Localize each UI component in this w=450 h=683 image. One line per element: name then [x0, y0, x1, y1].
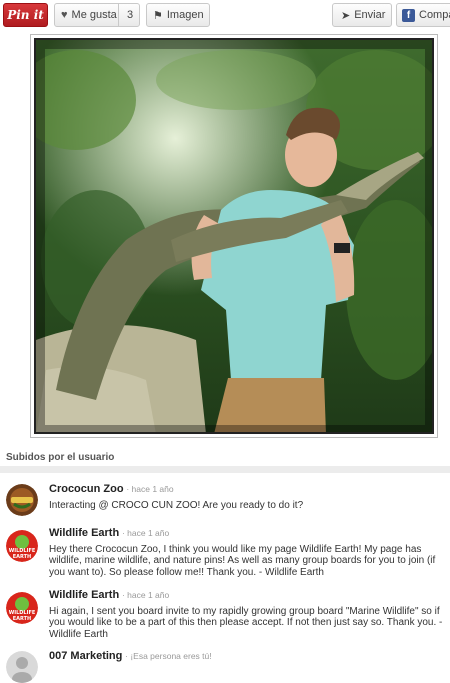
- image-pin-icon: ⚑: [153, 9, 163, 22]
- comment-timestamp: · ¡Esa persona eres tú!: [125, 651, 212, 661]
- comment-author[interactable]: Wildlife Earth: [49, 527, 119, 539]
- heart-icon: ♥: [61, 9, 68, 21]
- like-button[interactable]: ♥ Me gusta 3: [54, 3, 140, 27]
- comment-author[interactable]: 007 Marketing: [49, 650, 122, 662]
- facebook-icon: f: [402, 8, 415, 22]
- wildlife-earth-avatar-icon: WILDLIFE EARTH: [6, 530, 38, 562]
- comment-text: Hey there Crococun Zoo, I think you woul…: [49, 543, 436, 578]
- avatar[interactable]: [6, 484, 38, 516]
- man-kissing-crocodile-image: [36, 40, 432, 432]
- like-divider: [118, 4, 119, 26]
- facebook-share-button[interactable]: f Compa: [396, 3, 450, 27]
- send-icon: ➤: [341, 9, 351, 22]
- comment-timestamp: · hace 1 año: [121, 528, 170, 538]
- section-divider: [0, 466, 450, 473]
- send-label: Enviar: [354, 9, 386, 21]
- pin-it-button[interactable]: Pin it: [3, 3, 48, 27]
- like-count: 3: [126, 9, 134, 21]
- image-button[interactable]: ⚑ Imagen: [146, 3, 210, 27]
- comment-timestamp: · hace 1 año: [121, 590, 170, 600]
- comment-text: Hi again, I sent you board invite to my …: [49, 605, 443, 640]
- user-avatar-icon: [6, 651, 38, 683]
- section-title: Subidos por el usuario: [6, 452, 115, 463]
- send-button[interactable]: ➤ Enviar: [332, 3, 392, 27]
- pin-toolbar: Pin it ♥ Me gusta 3 ⚑ Imagen ➤ Enviar f …: [0, 0, 450, 30]
- image-label: Imagen: [166, 9, 204, 21]
- avatar[interactable]: [6, 651, 38, 683]
- pin-it-label: Pin it: [7, 8, 44, 22]
- wildlife-earth-avatar-icon: WILDLIFE EARTH: [6, 592, 38, 624]
- comment-author[interactable]: Crococun Zoo: [49, 483, 124, 495]
- crococun-zoo-avatar-icon: [6, 484, 38, 516]
- wildlife-avatar-text-bottom: EARTH: [13, 554, 32, 560]
- pin-photo-frame: [30, 34, 438, 438]
- comment-author[interactable]: Wildlife Earth: [49, 589, 119, 601]
- avatar[interactable]: WILDLIFE EARTH: [6, 592, 38, 624]
- comment-text: Interacting @ CROCO CUN ZOO! Are you rea…: [49, 499, 304, 511]
- pin-photo[interactable]: [34, 38, 434, 434]
- comment-timestamp: · hace 1 año: [126, 484, 174, 494]
- share-label: Compa: [419, 9, 450, 21]
- wildlife-avatar-text-bottom: EARTH: [13, 616, 32, 622]
- avatar[interactable]: WILDLIFE EARTH: [6, 530, 38, 562]
- like-label: Me gusta: [71, 9, 117, 21]
